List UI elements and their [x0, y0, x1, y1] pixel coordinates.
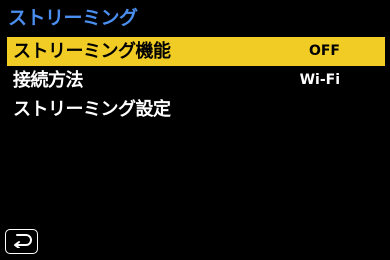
page-title: ストリーミング — [8, 7, 138, 29]
back-button[interactable] — [5, 229, 38, 254]
menu-item-label: ストリーミング設定 — [13, 99, 171, 120]
menu-item-connection-method[interactable]: 接続方法 Wi-Fi — [7, 66, 385, 95]
menu-item-streaming-settings[interactable]: ストリーミング設定 — [7, 95, 385, 124]
menu-list: ストリーミング機能 OFF 接続方法 Wi-Fi ストリーミング設定 — [7, 37, 385, 124]
menu-item-value: Wi-Fi — [299, 72, 340, 88]
menu-item-label: ストリーミング機能 — [13, 41, 171, 62]
menu-item-label: 接続方法 — [13, 70, 84, 91]
return-arrow-icon — [11, 232, 33, 252]
menu-item-streaming-function[interactable]: ストリーミング機能 OFF — [7, 37, 385, 66]
menu-item-value: OFF — [308, 43, 340, 59]
